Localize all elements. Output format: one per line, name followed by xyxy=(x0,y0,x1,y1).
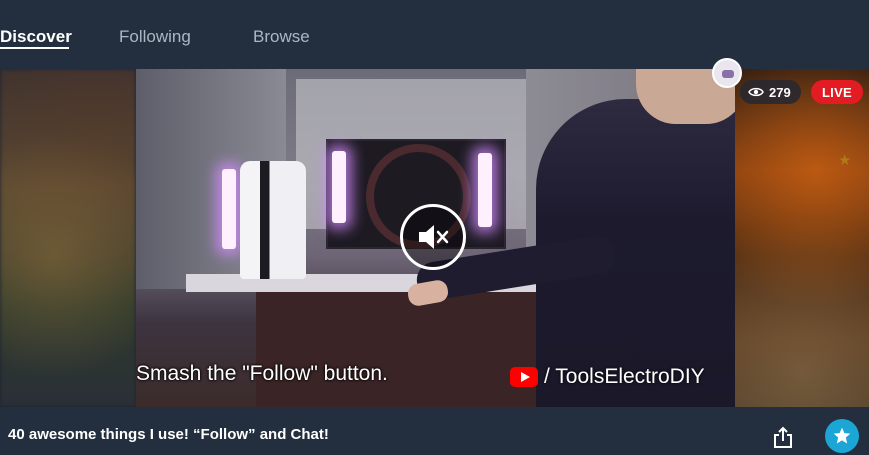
top-navigation: Discover Following Browse xyxy=(0,0,869,69)
stream-carousel: ★ Smash the "Follow" button. / ToolsElec… xyxy=(0,69,869,407)
share-icon xyxy=(774,426,792,448)
viewer-count: 279 xyxy=(769,84,791,100)
tab-browse[interactable]: Browse xyxy=(253,27,310,47)
channel-tag-text: / ToolsElectroDIY xyxy=(544,365,705,388)
streamer-avatar[interactable] xyxy=(712,58,742,88)
eye-icon xyxy=(748,87,764,97)
viewer-count-badge: 279 xyxy=(740,80,801,104)
youtube-logo-icon xyxy=(510,367,538,387)
previous-stream-preview[interactable] xyxy=(0,69,136,407)
active-tab-underline xyxy=(0,47,69,49)
stream-info-bar: 40 awesome things I use! “Follow” and Ch… xyxy=(0,407,869,455)
tab-following[interactable]: Following xyxy=(119,27,191,47)
live-badge: LIVE xyxy=(811,80,863,104)
star-icon: ★ xyxy=(838,152,852,169)
share-button[interactable] xyxy=(771,425,795,449)
stream-title[interactable]: 40 awesome things I use! “Follow” and Ch… xyxy=(8,426,329,443)
star-icon xyxy=(833,427,851,444)
next-stream-preview[interactable] xyxy=(735,69,869,407)
muted-speaker-icon xyxy=(419,225,449,249)
video-player[interactable]: Smash the "Follow" button. / ToolsElectr… xyxy=(136,69,735,407)
follow-button[interactable] xyxy=(825,419,859,453)
unmute-button[interactable] xyxy=(400,204,466,270)
channel-tag: / ToolsElectroDIY xyxy=(510,365,705,389)
tab-discover[interactable]: Discover xyxy=(0,27,72,47)
video-caption: Smash the "Follow" button. xyxy=(136,362,388,385)
